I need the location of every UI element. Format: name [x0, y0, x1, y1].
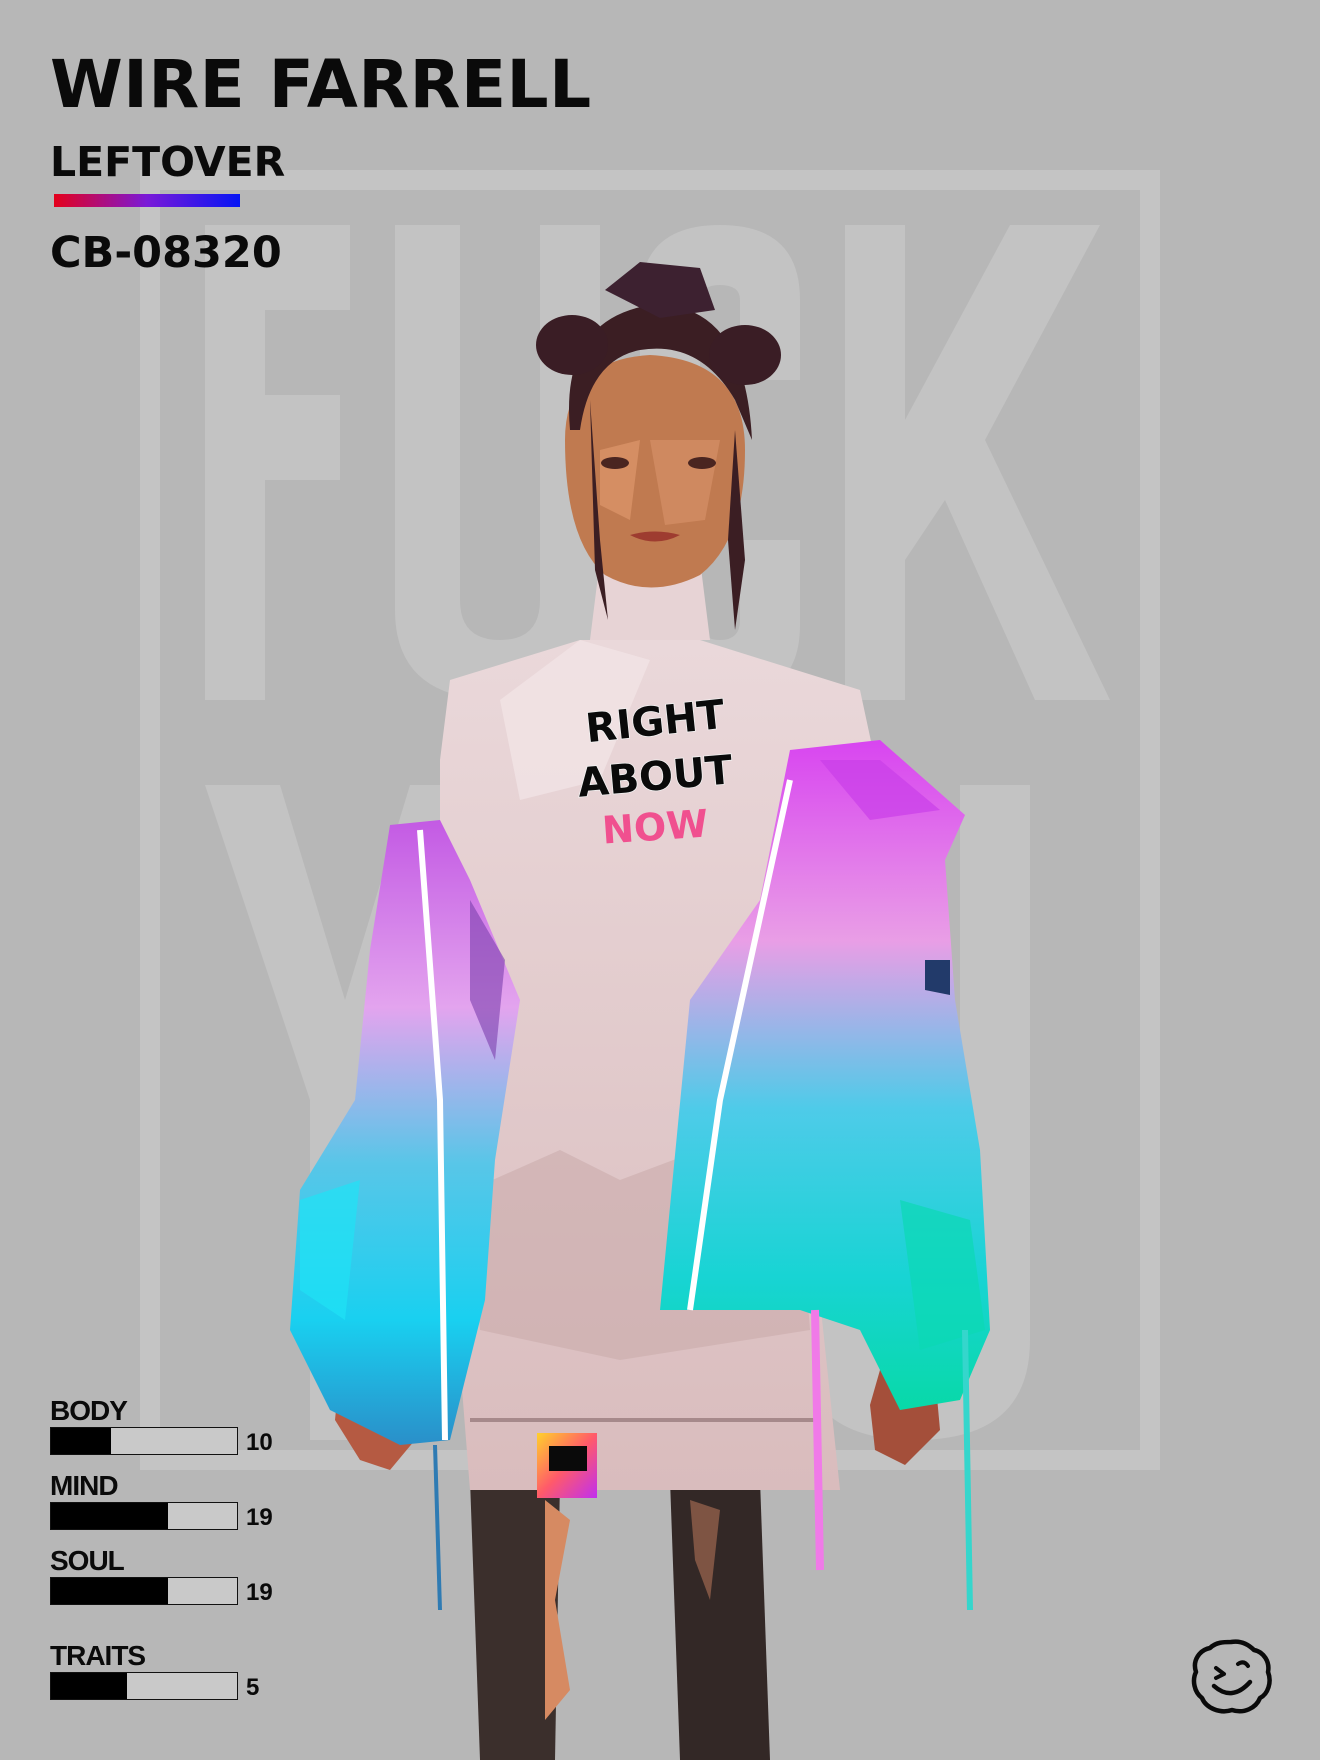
faction-label: LEFTOVER: [50, 138, 286, 186]
shirt-text-line3: NOW: [601, 801, 710, 852]
shirt-slogan: RIGHT ABOUT NOW: [575, 691, 736, 853]
stat-traits-value: 5: [246, 1674, 260, 1701]
stat-soul-label: SOUL: [50, 1545, 125, 1576]
stat-mind-label: MIND: [50, 1470, 119, 1501]
stat-mind: MIND 19: [50, 1472, 300, 1542]
shirt-text-line1: RIGHT: [584, 692, 728, 752]
shirt-text-line2: ABOUT: [576, 747, 735, 806]
serial-number: CB-08320: [50, 228, 282, 278]
stat-mind-value: 19: [246, 1504, 273, 1531]
stat-soul-value: 19: [246, 1579, 273, 1606]
smiley-face-logo-icon: [1191, 1639, 1272, 1714]
stat-soul: SOUL 19: [50, 1547, 300, 1617]
character-card: RIGHT ABOUT NOW WIRE FARRELL LEFTOVER CB…: [0, 0, 1320, 1760]
stat-mind-bar: [50, 1502, 238, 1530]
stat-mind-fill: [51, 1503, 169, 1529]
stat-body-value: 10: [246, 1429, 273, 1456]
stat-body-bar: [50, 1427, 238, 1455]
faction-gradient-bar: [54, 194, 240, 207]
character-name: WIRE FARRELL: [50, 46, 592, 123]
stat-traits-bar: [50, 1672, 238, 1700]
stat-body: BODY 10: [50, 1397, 300, 1467]
stat-body-fill: [51, 1428, 111, 1454]
stat-traits: TRAITS 5: [50, 1642, 300, 1712]
stat-traits-fill: [51, 1673, 128, 1699]
stat-body-label: BODY: [50, 1395, 128, 1426]
stat-traits-label: TRAITS: [50, 1640, 146, 1671]
stat-soul-bar: [50, 1577, 238, 1605]
stat-soul-fill: [51, 1578, 169, 1604]
